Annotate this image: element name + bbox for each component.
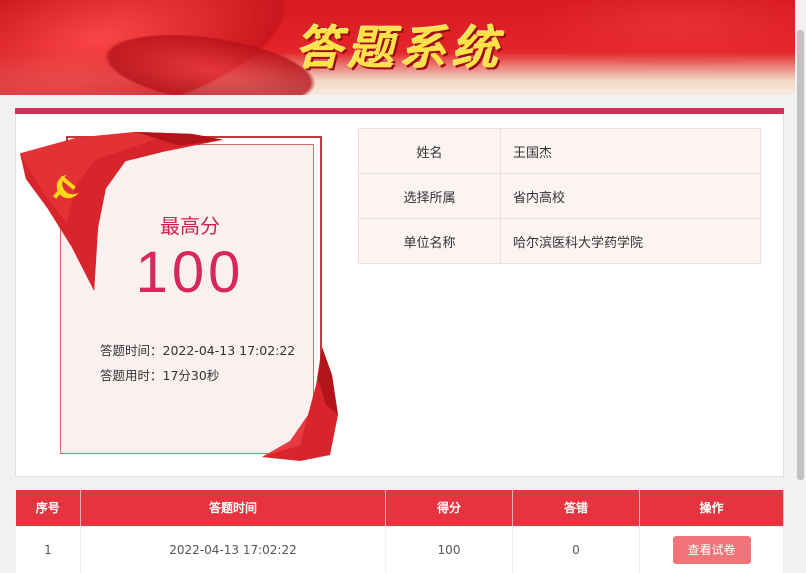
- cell-score: 100: [385, 525, 513, 573]
- results-table: 序号 答题时间 得分 答错 操作 1 2022-04-13 17:02:22 1…: [15, 490, 784, 573]
- score-value: 100: [135, 240, 245, 305]
- table-row: 1 2022-04-13 17:02:22 100 0 查看试卷: [15, 525, 784, 573]
- cell-wrong: 0: [512, 525, 640, 573]
- col-header-action: 操作: [639, 490, 784, 526]
- results-header-row: 序号 答题时间 得分 答错 操作: [15, 490, 784, 526]
- info-value: 哈尔滨医科大学药学院: [500, 218, 761, 264]
- page-scrollbar[interactable]: [795, 0, 806, 573]
- cell-time: 2022-04-13 17:02:22: [80, 525, 386, 573]
- answer-time: 答题时间：2022-04-13 17:02:22: [100, 343, 296, 358]
- info-row: 单位名称 哈尔滨医科大学药学院: [358, 218, 761, 264]
- answer-duration: 答题用时：17分30秒: [100, 368, 220, 383]
- info-row: 姓名 王国杰: [358, 128, 761, 174]
- col-header-time: 答题时间: [80, 490, 386, 526]
- header-banner: 答题系统: [0, 0, 806, 95]
- info-key: 姓名: [358, 128, 501, 174]
- col-header-index: 序号: [15, 490, 81, 526]
- app-title: 答题系统: [296, 21, 504, 75]
- col-header-score: 得分: [385, 490, 513, 526]
- banner-flag-decoration: [520, 0, 806, 70]
- user-info-table: 姓名 王国杰 选择所属 省内高校 单位名称 哈尔滨医科大学药学院: [358, 128, 761, 264]
- cell-action: 查看试卷: [639, 525, 784, 573]
- flag-corner-icon: [262, 347, 338, 461]
- view-paper-button[interactable]: 查看试卷: [672, 536, 751, 564]
- col-header-wrong: 答错: [512, 490, 640, 526]
- panel-accent-line: [15, 108, 784, 114]
- info-value: 王国杰: [500, 128, 761, 174]
- cell-index: 1: [15, 525, 81, 573]
- info-key: 选择所属: [358, 173, 501, 219]
- info-row: 选择所属 省内高校: [358, 173, 761, 219]
- score-label: 最高分: [160, 214, 220, 238]
- info-value: 省内高校: [500, 173, 761, 219]
- info-key: 单位名称: [358, 218, 501, 264]
- scrollbar-thumb[interactable]: [797, 30, 804, 480]
